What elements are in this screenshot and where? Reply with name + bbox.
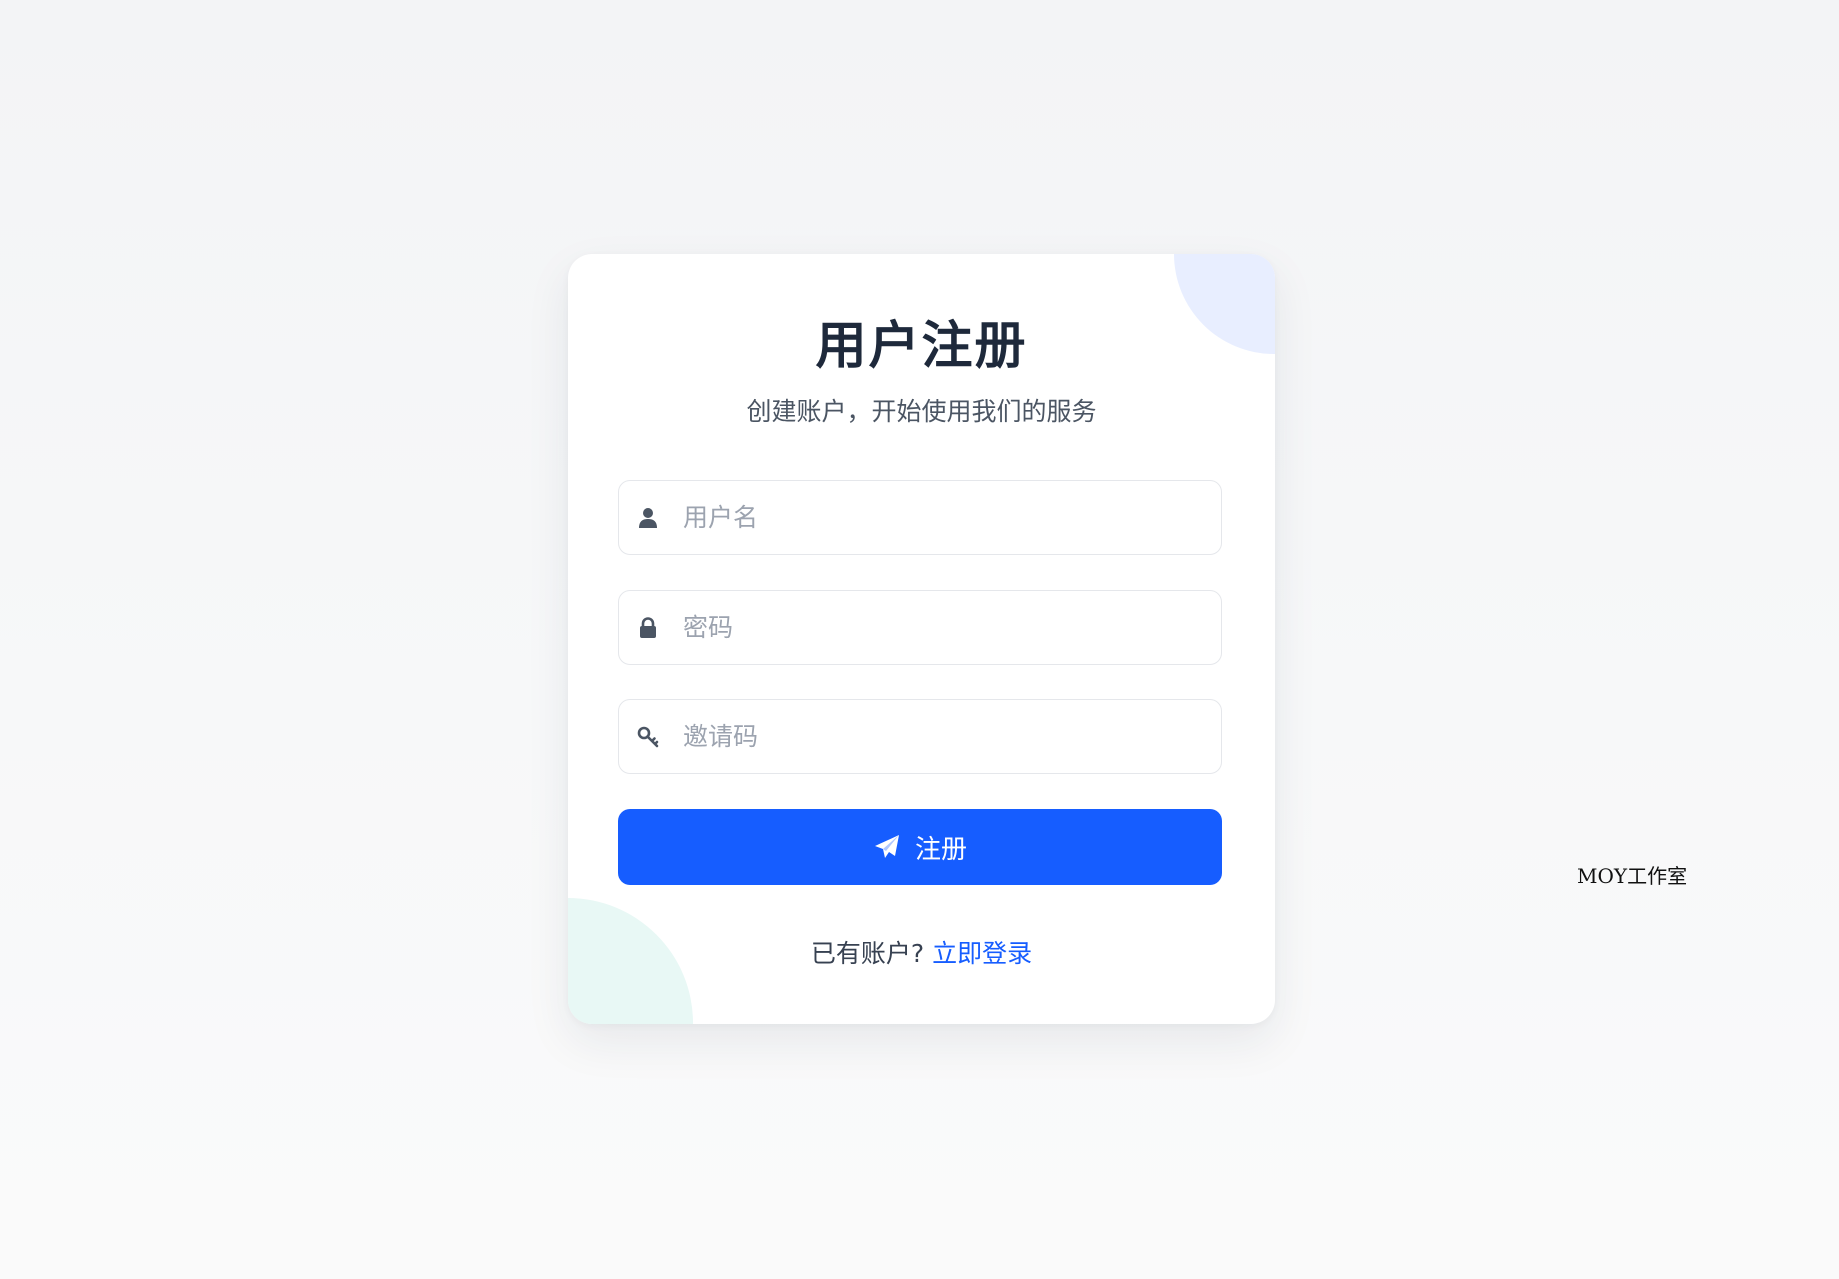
user-icon	[639, 508, 657, 528]
register-button[interactable]: 注册	[618, 809, 1222, 885]
lock-icon	[640, 617, 656, 638]
paper-plane-icon	[874, 835, 899, 858]
page-title: 用户注册	[815, 317, 1028, 376]
invite-code-input[interactable]	[683, 700, 1203, 772]
password-field[interactable]	[618, 590, 1222, 665]
key-icon	[637, 726, 659, 748]
username-field[interactable]	[618, 480, 1222, 555]
login-prompt-text: 已有账户?	[810, 939, 933, 968]
page-subtitle: 创建账户，开始使用我们的服务	[746, 397, 1097, 426]
register-card: 用户注册 创建账户，开始使用我们的服务 注册 已有账户? 立即登录	[568, 254, 1275, 1024]
password-input[interactable]	[683, 591, 1203, 663]
register-button-label: 注册	[914, 834, 967, 865]
login-link[interactable]: 立即登录	[932, 939, 1032, 968]
watermark-text: MOY工作室	[1577, 864, 1688, 888]
invite-code-field[interactable]	[618, 699, 1222, 774]
username-input[interactable]	[683, 481, 1203, 553]
login-prompt: 已有账户? 立即登录	[568, 936, 1275, 972]
